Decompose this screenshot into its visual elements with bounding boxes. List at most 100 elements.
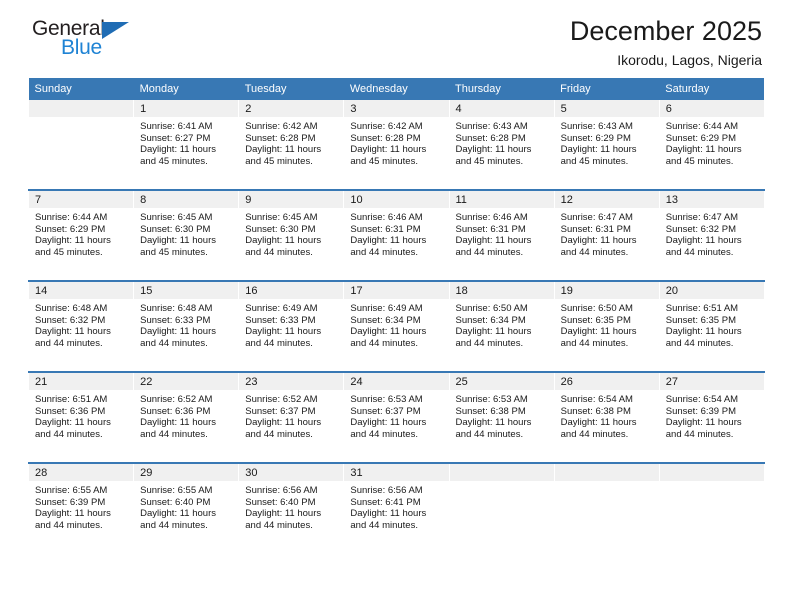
calendar-day-cell[interactable]: 19 Sunrise: 6:50 AM Sunset: 6:35 PM Dayligh… bbox=[553, 280, 660, 372]
calendar-day-cell[interactable]: 29 Sunrise: 6:55 AM Sunset: 6:40 PM Dayligh… bbox=[133, 462, 240, 553]
sunset-time: Sunset: 6:36 PM bbox=[35, 405, 106, 417]
day-cell-content: 12 Sunrise: 6:47 AM Sunset: 6:31 PM Dayligh… bbox=[554, 191, 659, 280]
day-number: 16 bbox=[239, 282, 344, 299]
calendar-day-cell bbox=[27, 100, 135, 190]
calendar-day-cell[interactable]: 25 Sunrise: 6:53 AM Sunset: 6:38 PM Dayligh… bbox=[448, 371, 555, 463]
calendar-day-cell[interactable]: 5 Sunrise: 6:43 AM Sunset: 6:29 PM Daylight… bbox=[553, 100, 660, 190]
day-cell-content: 11 Sunrise: 6:46 AM Sunset: 6:31 PM Dayligh… bbox=[449, 191, 554, 280]
calendar-day-cell[interactable]: 23 Sunrise: 6:52 AM Sunset: 6:37 PM Dayligh… bbox=[238, 371, 345, 463]
day-number: 5 bbox=[554, 100, 659, 117]
day-number bbox=[449, 464, 554, 481]
daylight-duration-line1: Daylight: 11 hours bbox=[665, 144, 742, 156]
sunrise-time: Sunrise: 6:53 AM bbox=[455, 394, 528, 405]
day-details: Sunrise: 6:50 AM Sunset: 6:35 PM Daylight:… bbox=[555, 299, 659, 349]
calendar-day-cell[interactable]: 13 Sunrise: 6:47 AM Sunset: 6:32 PM Dayligh… bbox=[658, 189, 765, 281]
daylight-duration-line2: and 44 minutes. bbox=[35, 337, 103, 349]
calendar-day-cell[interactable]: 2 Sunrise: 6:42 AM Sunset: 6:28 PM Daylight… bbox=[238, 100, 345, 190]
sunrise-time: Sunrise: 6:55 AM bbox=[140, 485, 213, 496]
daylight-duration-line2: and 44 minutes. bbox=[245, 519, 313, 531]
calendar-day-cell[interactable]: 7 Sunrise: 6:44 AM Sunset: 6:29 PM Daylight… bbox=[27, 189, 135, 281]
day-details: Sunrise: 6:47 AM Sunset: 6:32 PM Daylight:… bbox=[660, 208, 764, 258]
day-number: 10 bbox=[344, 191, 449, 208]
calendar-day-cell[interactable]: 1 Sunrise: 6:41 AM Sunset: 6:27 PM Daylight… bbox=[133, 100, 240, 190]
daylight-duration-line2: and 44 minutes. bbox=[455, 428, 524, 440]
calendar-week-row: 21 Sunrise: 6:51 AM Sunset: 6:36 PM Dayligh… bbox=[27, 371, 765, 463]
daylight-duration-line2: and 44 minutes. bbox=[560, 428, 629, 440]
day-cell-content: 4 Sunrise: 6:43 AM Sunset: 6:28 PM Daylight… bbox=[449, 100, 554, 189]
calendar-day-cell[interactable]: 17 Sunrise: 6:49 AM Sunset: 6:34 PM Dayligh… bbox=[343, 280, 450, 372]
daylight-duration-line2: and 45 minutes. bbox=[35, 246, 103, 258]
calendar-day-cell[interactable]: 27 Sunrise: 6:54 AM Sunset: 6:39 PM Dayligh… bbox=[658, 371, 765, 463]
sunrise-time: Sunrise: 6:52 AM bbox=[140, 394, 213, 405]
day-cell-content: 17 Sunrise: 6:49 AM Sunset: 6:34 PM Dayligh… bbox=[344, 282, 449, 371]
calendar-day-cell[interactable]: 8 Sunrise: 6:45 AM Sunset: 6:30 PM Daylight… bbox=[133, 189, 240, 281]
calendar-day-cell[interactable]: 12 Sunrise: 6:47 AM Sunset: 6:31 PM Dayligh… bbox=[553, 189, 660, 281]
day-number: 24 bbox=[344, 373, 449, 390]
calendar-day-cell[interactable]: 26 Sunrise: 6:54 AM Sunset: 6:38 PM Dayligh… bbox=[553, 371, 660, 463]
day-cell-content: 30 Sunrise: 6:56 AM Sunset: 6:40 PM Dayligh… bbox=[239, 464, 344, 553]
calendar-body: 1 Sunrise: 6:41 AM Sunset: 6:27 PM Daylight… bbox=[27, 100, 765, 553]
sunset-time: Sunset: 6:29 PM bbox=[35, 223, 106, 235]
weekday-header-sunday: Sunday bbox=[28, 78, 134, 100]
calendar-day-cell[interactable]: 21 Sunrise: 6:51 AM Sunset: 6:36 PM Dayligh… bbox=[27, 371, 135, 463]
day-cell-content: 23 Sunrise: 6:52 AM Sunset: 6:37 PM Dayligh… bbox=[239, 373, 344, 462]
calendar-day-cell[interactable]: 10 Sunrise: 6:46 AM Sunset: 6:31 PM Dayligh… bbox=[343, 189, 450, 281]
daylight-duration-line1: Daylight: 11 hours bbox=[455, 144, 532, 156]
daylight-duration-line1: Daylight: 11 hours bbox=[350, 417, 427, 429]
day-cell-content: 26 Sunrise: 6:54 AM Sunset: 6:38 PM Dayligh… bbox=[554, 373, 659, 462]
day-details: Sunrise: 6:50 AM Sunset: 6:34 PM Daylight:… bbox=[450, 299, 554, 349]
day-cell-content: 19 Sunrise: 6:50 AM Sunset: 6:35 PM Dayligh… bbox=[554, 282, 659, 371]
weekday-header-friday: Friday bbox=[554, 78, 660, 100]
day-number: 21 bbox=[29, 373, 134, 390]
calendar-day-cell[interactable]: 31 Sunrise: 6:56 AM Sunset: 6:41 PM Dayligh… bbox=[343, 462, 450, 553]
calendar-day-cell[interactable]: 14 Sunrise: 6:48 AM Sunset: 6:32 PM Dayligh… bbox=[27, 280, 135, 372]
calendar-day-cell[interactable]: 18 Sunrise: 6:50 AM Sunset: 6:34 PM Dayligh… bbox=[448, 280, 555, 372]
day-number: 4 bbox=[449, 100, 554, 117]
general-blue-logo[interactable]: General Blue bbox=[28, 17, 138, 63]
sunset-time: Sunset: 6:35 PM bbox=[665, 314, 736, 326]
sunrise-time: Sunrise: 6:47 AM bbox=[560, 212, 633, 223]
calendar-day-cell[interactable]: 20 Sunrise: 6:51 AM Sunset: 6:35 PM Dayligh… bbox=[658, 280, 765, 372]
calendar-day-cell[interactable]: 3 Sunrise: 6:42 AM Sunset: 6:28 PM Daylight… bbox=[343, 100, 450, 190]
calendar-day-cell[interactable]: 16 Sunrise: 6:49 AM Sunset: 6:33 PM Dayligh… bbox=[238, 280, 345, 372]
daylight-duration-line2: and 44 minutes. bbox=[665, 246, 734, 258]
calendar-page: General Blue December 2025 Ikorodu, Lago… bbox=[0, 0, 792, 612]
daylight-duration-line1: Daylight: 11 hours bbox=[35, 508, 111, 520]
weekday-header-tuesday: Tuesday bbox=[238, 78, 344, 100]
calendar-day-cell[interactable]: 11 Sunrise: 6:46 AM Sunset: 6:31 PM Dayligh… bbox=[448, 189, 555, 281]
calendar-day-cell[interactable]: 6 Sunrise: 6:44 AM Sunset: 6:29 PM Daylight… bbox=[658, 100, 765, 190]
sunset-time: Sunset: 6:38 PM bbox=[455, 405, 526, 417]
day-details: Sunrise: 6:45 AM Sunset: 6:30 PM Daylight:… bbox=[134, 208, 238, 258]
weekday-header-wednesday: Wednesday bbox=[343, 78, 449, 100]
calendar-day-cell[interactable]: 4 Sunrise: 6:43 AM Sunset: 6:28 PM Daylight… bbox=[448, 100, 555, 190]
daylight-duration-line2: and 45 minutes. bbox=[665, 155, 734, 167]
daylight-duration-line2: and 45 minutes. bbox=[140, 155, 208, 167]
daylight-duration-line1: Daylight: 11 hours bbox=[140, 144, 216, 156]
day-details: Sunrise: 6:55 AM Sunset: 6:39 PM Daylight:… bbox=[29, 481, 133, 531]
calendar-day-cell[interactable]: 24 Sunrise: 6:53 AM Sunset: 6:37 PM Dayligh… bbox=[343, 371, 450, 463]
sunset-time: Sunset: 6:31 PM bbox=[350, 223, 421, 235]
sunset-time: Sunset: 6:33 PM bbox=[245, 314, 316, 326]
day-number: 1 bbox=[134, 100, 239, 117]
page-header: General Blue December 2025 Ikorodu, Lago… bbox=[28, 0, 764, 78]
sunrise-time: Sunrise: 6:56 AM bbox=[245, 485, 318, 496]
sunset-time: Sunset: 6:30 PM bbox=[140, 223, 211, 235]
sunrise-time: Sunrise: 6:41 AM bbox=[140, 121, 213, 132]
sunrise-time: Sunrise: 6:53 AM bbox=[350, 394, 423, 405]
daylight-duration-line2: and 44 minutes. bbox=[350, 428, 418, 440]
calendar-day-cell[interactable]: 9 Sunrise: 6:45 AM Sunset: 6:30 PM Daylight… bbox=[238, 189, 345, 281]
calendar-day-cell[interactable]: 22 Sunrise: 6:52 AM Sunset: 6:36 PM Dayligh… bbox=[133, 371, 240, 463]
day-number: 25 bbox=[449, 373, 554, 390]
calendar-day-cell[interactable]: 30 Sunrise: 6:56 AM Sunset: 6:40 PM Dayligh… bbox=[238, 462, 345, 553]
sunset-time: Sunset: 6:28 PM bbox=[455, 132, 526, 144]
day-details: Sunrise: 6:54 AM Sunset: 6:38 PM Daylight:… bbox=[555, 390, 659, 440]
day-cell-content: 18 Sunrise: 6:50 AM Sunset: 6:34 PM Dayligh… bbox=[449, 282, 554, 371]
day-cell-content: 20 Sunrise: 6:51 AM Sunset: 6:35 PM Dayligh… bbox=[659, 282, 764, 371]
sunset-time: Sunset: 6:37 PM bbox=[245, 405, 316, 417]
day-number bbox=[29, 100, 134, 117]
daylight-duration-line1: Daylight: 11 hours bbox=[245, 508, 322, 520]
day-number bbox=[554, 464, 659, 481]
sunset-time: Sunset: 6:33 PM bbox=[140, 314, 211, 326]
calendar-day-cell[interactable]: 15 Sunrise: 6:48 AM Sunset: 6:33 PM Dayligh… bbox=[133, 280, 240, 372]
calendar-day-cell[interactable]: 28 Sunrise: 6:55 AM Sunset: 6:39 PM Dayligh… bbox=[27, 462, 135, 553]
